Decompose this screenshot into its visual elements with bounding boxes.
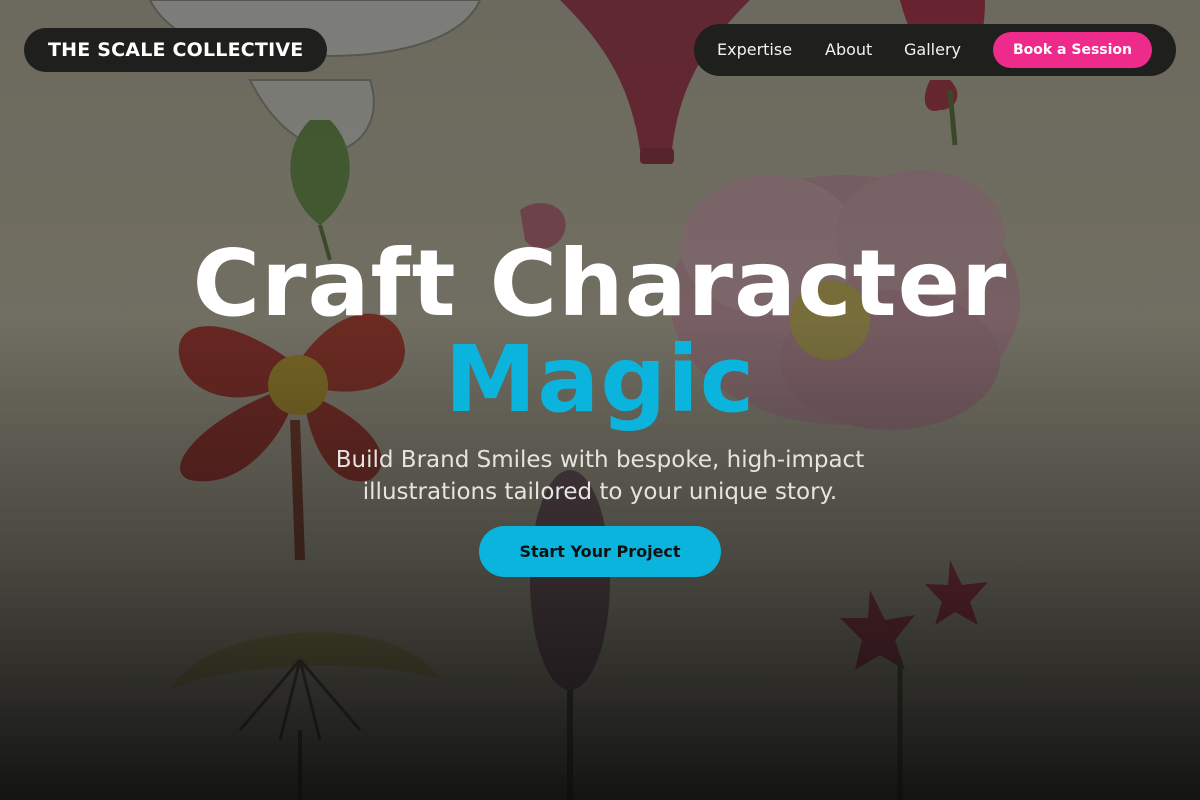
nav-link-expertise[interactable]: Expertise xyxy=(717,24,792,76)
nav-link-gallery[interactable]: Gallery xyxy=(904,24,961,76)
hero-headline-line2: Magic xyxy=(444,326,756,433)
start-project-button[interactable]: Start Your Project xyxy=(479,526,721,577)
brand-logo[interactable]: THE SCALE COLLECTIVE xyxy=(24,28,328,72)
main-nav: Expertise About Gallery Book a Session xyxy=(694,24,1176,76)
hero-headline-line1: Craft Character xyxy=(192,230,1008,337)
nav-link-about[interactable]: About xyxy=(825,24,872,76)
hero-subheadline: Build Brand Smiles with bespoke, high-im… xyxy=(335,447,865,505)
book-session-button[interactable]: Book a Session xyxy=(993,32,1152,68)
